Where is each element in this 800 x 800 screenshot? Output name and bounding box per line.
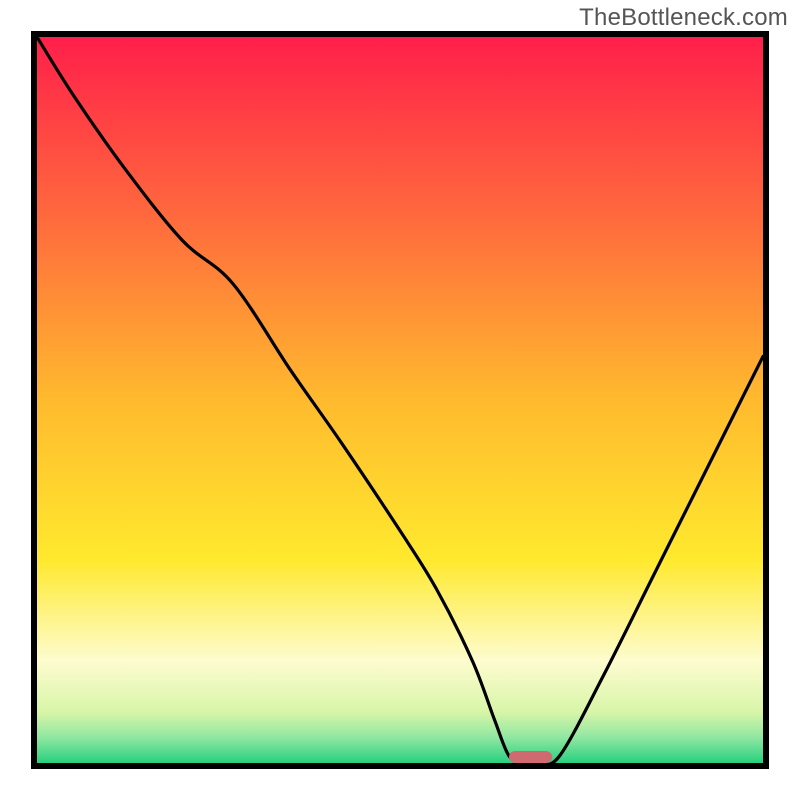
- optimal-marker: [509, 751, 553, 763]
- watermark-text: TheBottleneck.com: [579, 4, 788, 32]
- bottleneck-curve: [37, 37, 763, 763]
- chart-frame: [31, 31, 769, 769]
- stage: TheBottleneck.com: [0, 0, 800, 800]
